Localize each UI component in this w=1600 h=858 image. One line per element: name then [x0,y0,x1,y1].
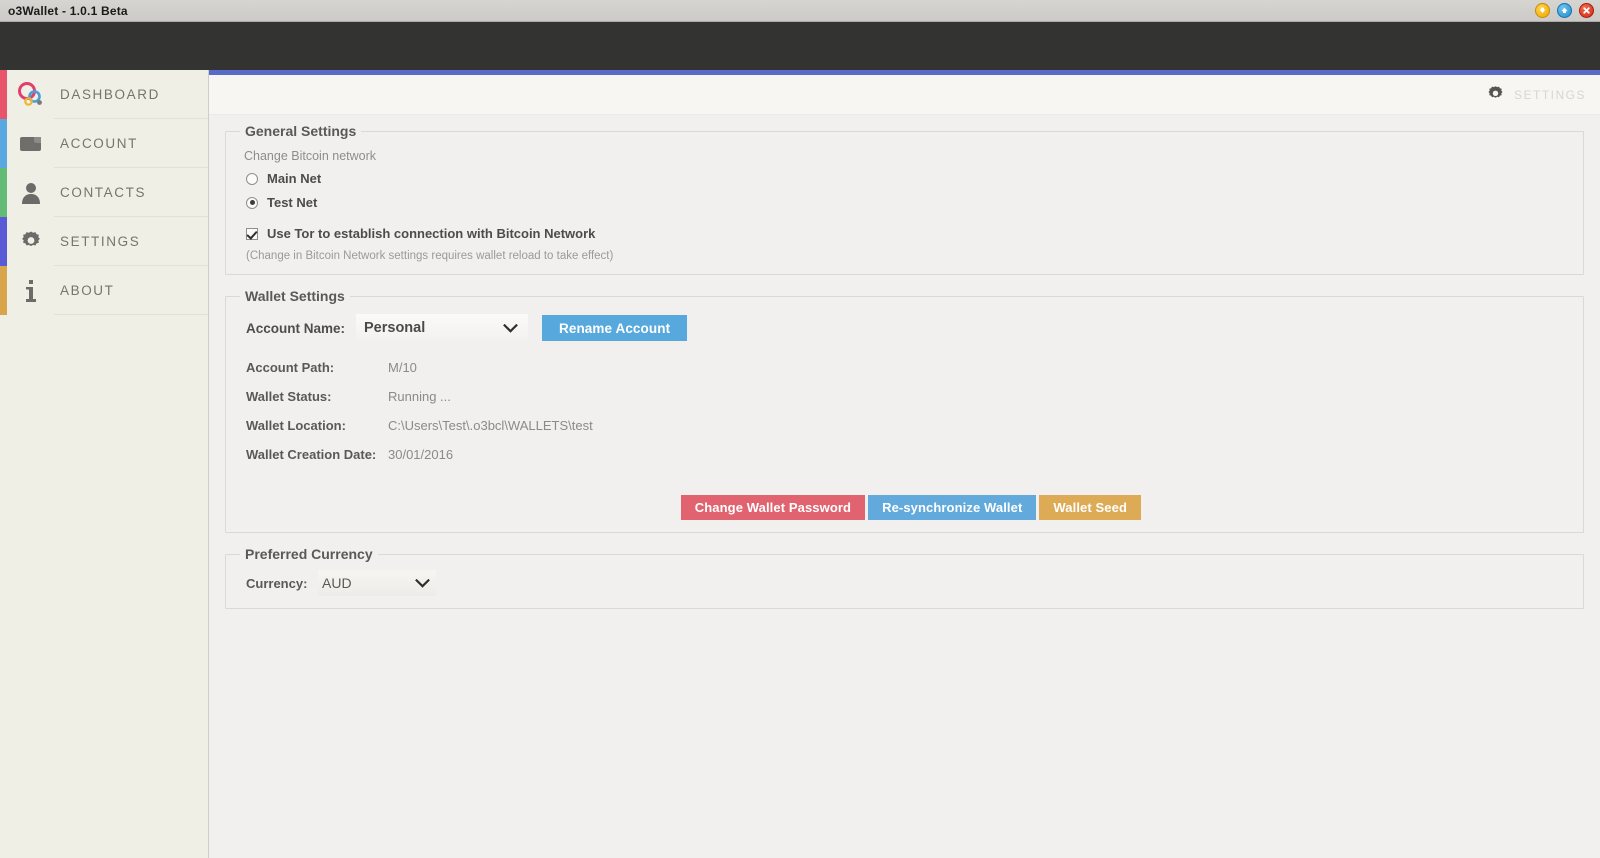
app-header-band [0,22,1600,70]
sidebar-item-settings[interactable]: SETTINGS [0,217,208,266]
sidebar-item-account[interactable]: ACCOUNT [0,119,208,168]
currency-label: Currency: [246,575,308,591]
info-icon [7,278,54,304]
close-button[interactable] [1579,3,1594,18]
logo-circles-icon [7,80,54,110]
account-name-row: Account Name: Personal Rename Account [246,314,1571,342]
content-header: SETTINGS [209,75,1600,115]
minimize-button[interactable] [1535,3,1550,18]
resynchronize-wallet-button[interactable]: Re-synchronize Wallet [868,495,1037,520]
field-key-wallet-creation-date: Wallet Creation Date: [246,446,377,462]
window-title: o3Wallet - 1.0.1 Beta [8,3,128,18]
sidebar-item-about[interactable]: ABOUT [0,266,208,315]
field-value-wallet-location: C:\Users\Test\.o3bcl\WALLETS\test [388,417,593,433]
rename-account-button[interactable]: Rename Account [542,315,688,341]
sidebar-item-dashboard[interactable]: DASHBOARD [0,70,208,119]
main-content: SETTINGS General Settings Change Bitcoin… [209,70,1600,858]
window-title-bar: o3Wallet - 1.0.1 Beta [0,0,1600,22]
network-description: Change Bitcoin network [244,149,377,163]
currency-row: Currency: AUD [246,570,1571,596]
window-controls [1535,0,1594,21]
account-name-label: Account Name: [246,320,346,336]
gear-icon [7,230,54,254]
account-name-value: Personal [364,320,426,336]
radio-mark-test-net [246,196,258,209]
network-reload-note: (Change in Bitcoin Network settings requ… [246,250,614,262]
content-header-label: SETTINGS [1513,87,1586,102]
sidebar-accent-account [0,119,7,168]
field-key-account-path: Account Path: [246,359,335,375]
sidebar-label-settings: SETTINGS [60,234,141,249]
maximize-button[interactable] [1557,3,1572,18]
sidebar-accent-dashboard [0,70,7,119]
field-value-wallet-creation-date: 30/01/2016 [388,446,454,462]
radio-main-net[interactable]: Main Net [246,171,1571,186]
settings-panels: General Settings Change Bitcoin network … [209,115,1600,609]
app-shell: DASHBOARD ACCOUNT CONTACTS SETTINGS ABOU… [0,70,1600,858]
preferred-currency-legend: Preferred Currency [245,546,373,562]
chevron-down-icon [503,323,518,333]
account-name-dropdown[interactable]: Personal [356,314,528,342]
sidebar-label-contacts: CONTACTS [60,185,147,200]
sidebar-accent-settings [0,217,7,266]
checkbox-use-tor[interactable]: Use Tor to establish connection with Bit… [246,226,1571,241]
currency-value: AUD [322,575,352,591]
wallet-seed-button[interactable]: Wallet Seed [1039,495,1141,520]
sidebar-label-about: ABOUT [60,283,115,298]
person-icon [7,181,54,205]
sidebar-divider [54,314,208,315]
check-mark-use-tor [246,227,258,240]
radio-test-net[interactable]: Test Net [246,195,1571,210]
field-account-path: Account Path: M/10 [246,354,1571,380]
currency-dropdown[interactable]: AUD [318,570,436,596]
preferred-currency-panel: Preferred Currency Currency: AUD [225,546,1584,609]
radio-label-main-net: Main Net [267,171,322,186]
checkbox-label-use-tor: Use Tor to establish connection with Bit… [267,226,596,241]
field-value-account-path: M/10 [388,359,417,375]
radio-mark-main-net [246,172,258,185]
sidebar-item-contacts[interactable]: CONTACTS [0,168,208,217]
field-key-wallet-status: Wallet Status: [246,388,332,404]
wallet-action-buttons: Change Wallet Password Re-synchronize Wa… [238,495,1141,520]
wallet-settings-legend: Wallet Settings [245,288,345,304]
sidebar-accent-contacts [0,168,7,217]
sidebar-label-dashboard: DASHBOARD [60,87,160,102]
field-wallet-location: Wallet Location: C:\Users\Test\.o3bcl\WA… [246,412,1571,438]
general-settings-legend: General Settings [245,123,357,139]
field-value-wallet-status: Running ... [388,388,451,404]
field-wallet-status: Wallet Status: Running ... [246,383,1571,409]
field-wallet-creation-date: Wallet Creation Date: 30/01/2016 [246,441,1571,467]
radio-label-test-net: Test Net [267,195,318,210]
sidebar-label-account: ACCOUNT [60,136,138,151]
wallet-settings-panel: Wallet Settings Account Name: Personal R… [225,288,1584,533]
chevron-down-icon [415,578,430,588]
sidebar-accent-about [0,266,7,315]
sidebar: DASHBOARD ACCOUNT CONTACTS SETTINGS ABOU… [0,70,209,858]
wallet-icon [7,134,54,154]
general-settings-panel: General Settings Change Bitcoin network … [225,123,1584,275]
field-key-wallet-location: Wallet Location: [246,417,346,433]
gear-icon [1486,85,1505,104]
change-wallet-password-button[interactable]: Change Wallet Password [680,495,866,520]
